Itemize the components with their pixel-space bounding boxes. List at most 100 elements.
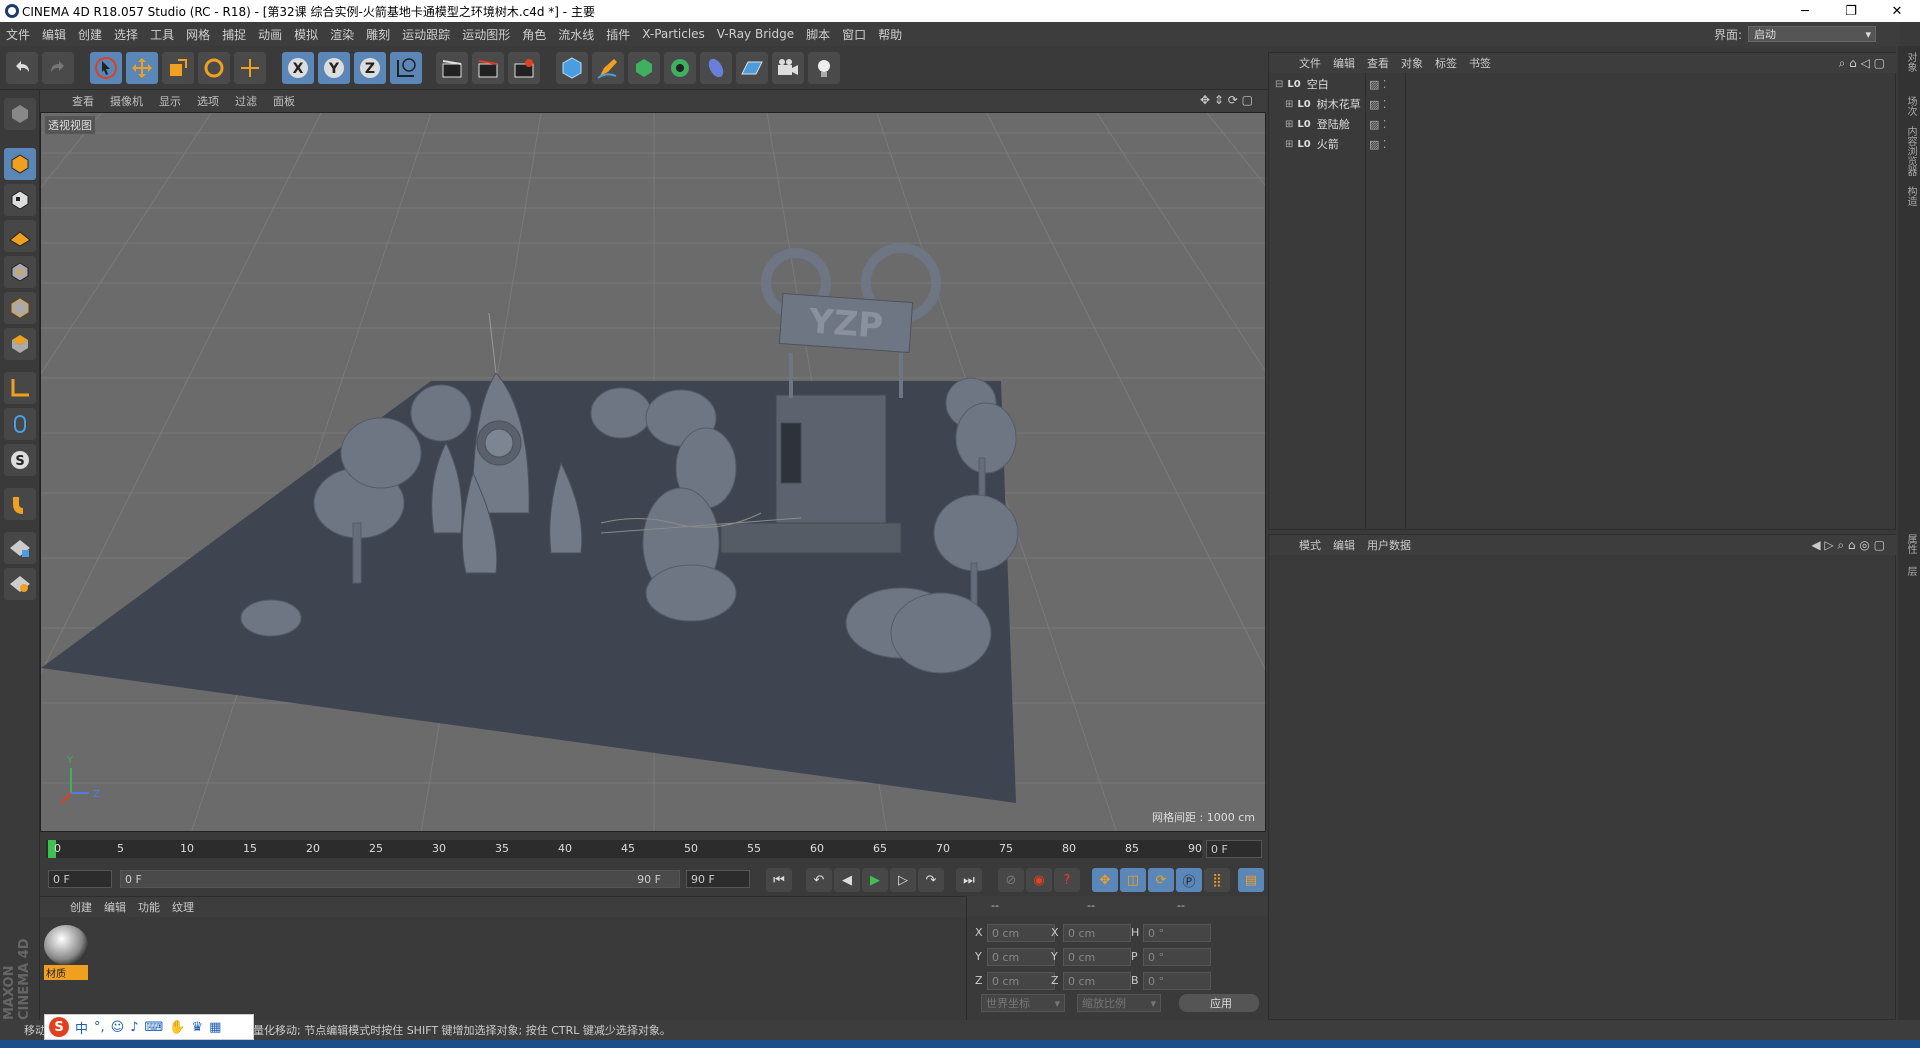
render-picture-viewer-button[interactable] [472,52,504,84]
edges-mode-button[interactable] [4,292,36,324]
side-tab[interactable]: 场次 [1900,96,1918,116]
object-row[interactable]: ⊞ L0 树木花草 ▨ ⁚ [1269,95,1897,113]
attribute-menu-item[interactable]: 用户数据 [1361,537,1417,553]
next-key-button[interactable]: ↷ [918,868,944,892]
grid-icon[interactable]: ▦ [209,1020,221,1035]
object-manager-search-icon[interactable]: ⌕ ⌂ ◁ ▢ [1839,56,1885,71]
end-frame-field[interactable]: 90 F [686,870,750,888]
coord-field[interactable]: 0 ° [1143,924,1211,942]
coord-field[interactable]: 0 cm [987,972,1055,990]
points-mode-button[interactable] [4,256,36,288]
ime-toolbar[interactable]: S 中 °, ☺ ♪ ⌨ ✋ ♛ ▦ [44,1014,254,1040]
cloner-button[interactable] [664,52,696,84]
menu-item[interactable]: 网格 [180,26,216,43]
light-button[interactable] [808,52,840,84]
close-button[interactable]: ✕ [1874,0,1920,22]
side-tab[interactable]: 属性 [1900,534,1918,554]
x-axis-button[interactable]: X [282,52,314,84]
material-menu-item[interactable]: 创建 [64,899,98,915]
deformer-button[interactable] [700,52,732,84]
object-menu-item[interactable]: 查看 [1361,55,1395,71]
prev-key-button[interactable]: ↶ [806,868,832,892]
visibility-icon[interactable]: ▨ ⁚ [1369,78,1386,91]
menu-item[interactable]: 捕捉 [216,26,252,43]
undo-button[interactable] [6,52,38,84]
timeline-ruler[interactable]: 0 5 10 15 20 25 30 35 40 45 50 55 60 65 70 75 80 85 90 0 F [40,834,1266,862]
emoji-icon[interactable]: ☺ [111,1020,125,1035]
prev-frame-button[interactable]: ◀ [834,868,860,892]
coord-field[interactable]: 0 cm [1063,948,1131,966]
object-row[interactable]: ⊞ L0 登陆舱 ▨ ⁚ [1269,115,1897,133]
coordinate-system-button[interactable] [390,52,422,84]
menu-item[interactable]: 角色 [516,26,552,43]
viewport-menu-item[interactable]: 过滤 [227,93,265,109]
record-keys-button[interactable]: ⊘ [998,868,1024,892]
menu-item[interactable]: 编辑 [36,26,72,43]
recent-tool-button[interactable] [234,52,266,84]
size-mode-select[interactable]: 缩放比例 ▾ [1077,994,1161,1012]
coord-field[interactable]: 0 cm [1063,924,1131,942]
side-tab[interactable]: 层 [1900,566,1918,576]
menu-item[interactable]: 模拟 [288,26,324,43]
hand-icon[interactable]: ✋ [169,1020,185,1035]
menu-item[interactable]: 插件 [600,26,636,43]
object-menu-item[interactable]: 标签 [1429,55,1463,71]
material-menu-item[interactable]: 功能 [132,899,166,915]
key-rotation-button[interactable]: ⟳ [1148,868,1174,892]
make-editable-button[interactable] [4,98,36,130]
render-settings-button[interactable] [508,52,540,84]
key-pla-button[interactable]: ⣿ [1204,868,1230,892]
viewport-menu-item[interactable]: 显示 [151,93,189,109]
menu-item[interactable]: 运动图形 [456,26,516,43]
shirt-icon[interactable]: ♛ [191,1020,203,1035]
viewport-menu-item[interactable]: 选项 [189,93,227,109]
side-tab[interactable]: 内容浏览器 [1900,126,1918,176]
current-frame-field[interactable]: 0 F [1206,840,1262,858]
snap-button[interactable]: S [4,444,36,476]
viewport-menu-item[interactable]: 面板 [265,93,303,109]
subdivision-button[interactable] [628,52,660,84]
visibility-icon[interactable]: ▨ ⁚ [1369,138,1386,151]
menu-item[interactable]: X-Particles [636,27,711,41]
autokey-button[interactable]: ◉ [1026,868,1052,892]
key-position-button[interactable]: ✥ [1092,868,1118,892]
coord-field[interactable]: 0 ° [1143,972,1211,990]
axis-mode-button[interactable] [4,372,36,404]
z-axis-button[interactable]: Z [354,52,386,84]
minimize-button[interactable]: ─ [1782,0,1828,22]
menu-item[interactable]: 雕刻 [360,26,396,43]
keyframe-selection-button[interactable]: ? [1054,868,1080,892]
microphone-icon[interactable]: ♪ [130,1020,138,1035]
coord-field[interactable]: 0 ° [1143,948,1211,966]
restore-button[interactable]: ❐ [1828,0,1874,22]
object-menu-item[interactable]: 文件 [1293,55,1327,71]
menu-item[interactable]: 文件 [0,26,36,43]
live-selection-button[interactable] [90,52,122,84]
perspective-viewport[interactable]: YZP Y Z 透视视图 网格间距 : 1000 cm [40,112,1266,832]
viewport-nav-icons[interactable]: ✥ ⇕ ⟳ ▢ [1200,93,1253,107]
menu-item[interactable]: 渲染 [324,26,360,43]
object-menu-item[interactable]: 对象 [1395,55,1429,71]
menu-item[interactable]: V-Ray Bridge [711,27,800,41]
cube-button[interactable] [556,52,588,84]
frame-range-slider[interactable]: 0 F 90 F [120,870,680,888]
ime-mode[interactable]: 中 [75,1018,88,1037]
visibility-icon[interactable]: ▨ ⁚ [1369,118,1386,131]
side-tab[interactable]: 对象 [1900,52,1918,72]
planar-workplane-button[interactable] [4,568,36,600]
menu-item[interactable]: 创建 [72,26,108,43]
menu-item[interactable]: 帮助 [872,26,908,43]
magnet-button[interactable] [4,488,36,520]
material-menu-item[interactable]: 纹理 [166,899,200,915]
play-button[interactable]: ▶ [862,868,888,892]
render-view-button[interactable] [436,52,468,84]
key-parameter-button[interactable]: Ⓟ [1176,868,1202,892]
viewport-menu-item[interactable]: 摄像机 [102,93,151,109]
texture-mode-button[interactable] [4,184,36,216]
collapse-icon[interactable]: ⊟ [1275,79,1283,90]
expand-icon[interactable]: ⊞ [1285,99,1293,110]
redo-button[interactable] [42,52,74,84]
coord-field[interactable]: 0 cm [987,948,1055,966]
object-menu-item[interactable]: 编辑 [1327,55,1361,71]
model-mode-button[interactable] [4,148,36,180]
